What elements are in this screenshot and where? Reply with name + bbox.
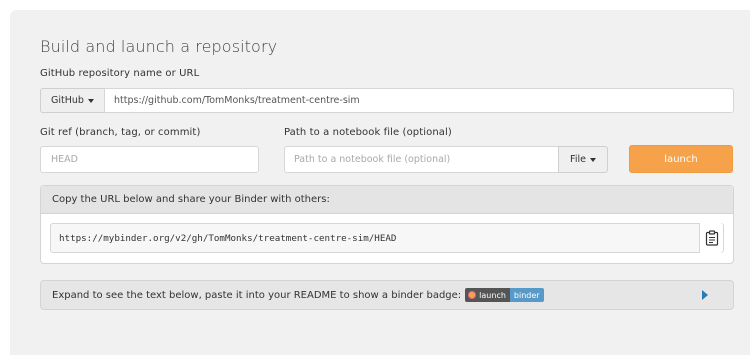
binder-url-field[interactable]: https://mybinder.org/v2/gh/TomMonks/trea… (50, 223, 724, 253)
provider-selected: GitHub (51, 95, 84, 106)
provider-dropdown[interactable]: GitHub (40, 88, 105, 113)
chevron-down-icon (87, 99, 94, 103)
repo-url-value: https://github.com/TomMonks/treatment-ce… (114, 95, 360, 106)
git-ref-input[interactable]: HEAD (40, 146, 259, 173)
share-url-panel: Copy the URL below and share your Binder… (40, 185, 734, 264)
chevron-down-icon (589, 158, 596, 162)
badge-left-label: launch (479, 290, 506, 300)
launch-label: launch (664, 153, 698, 165)
notebook-path-placeholder: Path to a notebook file (optional) (294, 154, 451, 165)
repo-label: GitHub repository name or URL (40, 68, 200, 79)
notebook-path-input[interactable]: Path to a notebook file (optional) (284, 146, 560, 173)
clipboard-icon (705, 230, 718, 246)
copy-url-button[interactable] (699, 223, 723, 253)
share-heading: Copy the URL below and share your Binder… (41, 186, 733, 214)
badge-instructions: Expand to see the text below, paste it i… (52, 289, 462, 301)
expand-arrow-icon[interactable] (702, 290, 708, 300)
path-label: Path to a notebook file (optional) (284, 127, 452, 138)
repo-url-input[interactable]: https://github.com/TomMonks/treatment-ce… (104, 88, 734, 113)
launch-button[interactable]: launch (629, 145, 733, 173)
badge-right-label: binder (513, 290, 540, 300)
badge-expander[interactable]: Expand to see the text below, paste it i… (40, 280, 734, 310)
ref-label: Git ref (branch, tag, or commit) (40, 127, 201, 138)
binder-url-text: https://mybinder.org/v2/gh/TomMonks/trea… (59, 232, 397, 244)
path-type-selected: File (570, 154, 586, 165)
badge-binder-part: binder (509, 288, 544, 302)
path-type-dropdown[interactable]: File (558, 146, 608, 173)
badge-launch-part: launch (465, 288, 510, 302)
page-title: Build and launch a repository (40, 37, 278, 56)
git-ref-placeholder: HEAD (51, 154, 78, 165)
binder-badge: launch binder (465, 288, 544, 302)
binder-logo-icon (468, 291, 477, 299)
